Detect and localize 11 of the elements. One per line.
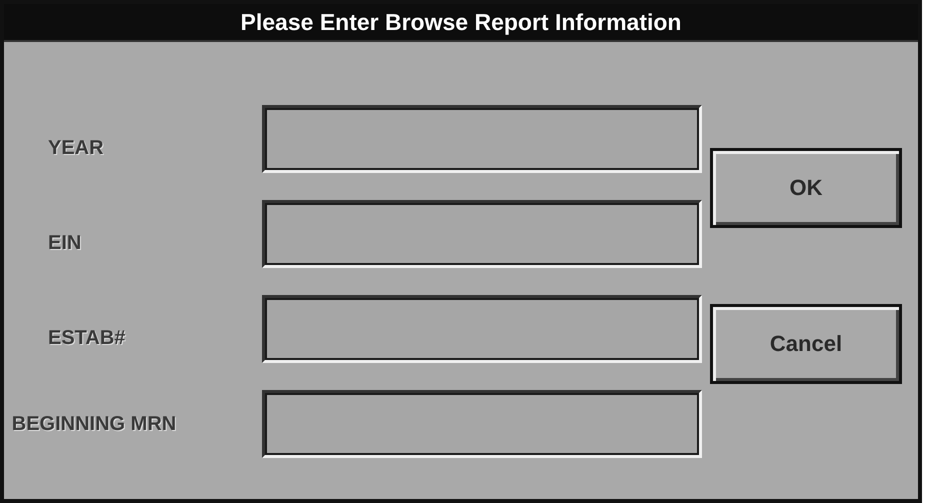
input-field[interactable]	[262, 295, 702, 363]
field-label: YEAR	[47, 136, 105, 160]
ok-button[interactable]: OK	[710, 148, 902, 228]
field-label: ESTAB#	[47, 326, 126, 350]
cancel-button[interactable]: Cancel	[710, 304, 902, 384]
input-field[interactable]	[262, 105, 702, 173]
window-title: Please Enter Browse Report Information	[240, 8, 682, 36]
input-field[interactable]	[262, 200, 702, 268]
field-label: EIN	[47, 232, 82, 254]
input-field[interactable]	[262, 390, 702, 458]
field-label: BEGINNING MRN	[10, 412, 178, 437]
